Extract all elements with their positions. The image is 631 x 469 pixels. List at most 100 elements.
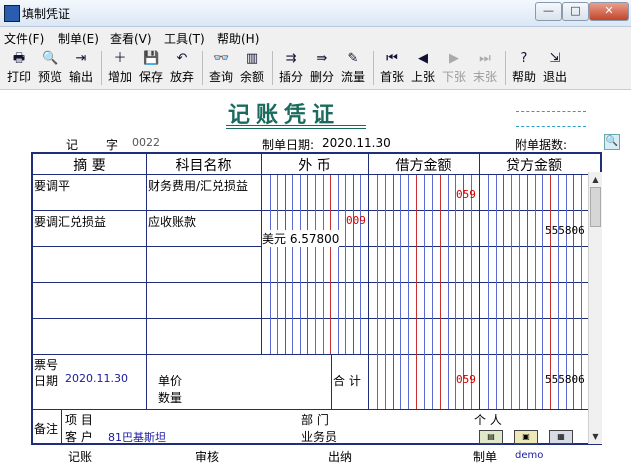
unit-price-label: 单价 [158, 374, 183, 388]
cashier-label: 出纳 [328, 450, 353, 464]
menu-tools[interactable]: 工具(T) [164, 30, 205, 47]
next-icon: ▶ [449, 51, 459, 66]
toolbar-separator [505, 51, 506, 85]
row2-fx-rate[interactable]: 美元 6.57800 [262, 230, 340, 247]
save-icon: 💾 [143, 51, 160, 66]
dashed-line [516, 126, 586, 127]
voucher-date[interactable]: 2020.11.30 [322, 136, 391, 150]
customer-value[interactable]: 81巴基斯坦 [108, 429, 166, 445]
minimize-button[interactable]: — [535, 2, 562, 21]
add-icon: ＋ [113, 51, 127, 66]
title-underline [226, 125, 366, 126]
toolbar: 🖶 打印 🔍 预览 ⇥ 输出 ＋增加 💾 保存 ↶ 放弃 👓 查询 ▥ 余额 ⇉ 插分 ⇛ 删分 … [0, 47, 631, 90]
insert-row-icon: ⇉ [285, 51, 297, 66]
help-button[interactable]: ? 帮助 [509, 49, 539, 87]
header-summary: 摘 要 [73, 158, 106, 174]
edit-remarks-icon[interactable]: ▤ [479, 430, 503, 444]
help-icon: ? [520, 51, 528, 66]
scroll-down-icon[interactable]: ▼ [589, 430, 602, 443]
menu-help[interactable]: 帮助(H) [217, 30, 259, 47]
next-voucher-button[interactable]: ▶ 下张 [439, 49, 469, 87]
review-label: 审核 [195, 450, 220, 464]
project-label: 项 目 [65, 413, 93, 427]
undo-icon: ↶ [176, 51, 188, 66]
row2-account[interactable]: 应收账款 [148, 213, 196, 230]
row2-summary[interactable]: 要调汇兑损益 [34, 213, 106, 230]
delete-row-icon: ⇛ [316, 51, 328, 66]
print-icon: 🖶 [12, 51, 26, 66]
menu-voucher[interactable]: 制单(E) [58, 30, 99, 47]
card-icon[interactable]: ▣ [514, 430, 538, 444]
scroll-thumb[interactable] [590, 187, 601, 227]
toolbar-separator [373, 51, 374, 85]
first-voucher-button[interactable]: ⏮ 首张 [377, 49, 407, 87]
last-icon: ⏭ [479, 51, 491, 66]
toolbar-separator [272, 51, 273, 85]
header-foreign-currency: 外 币 [298, 158, 331, 174]
voucher-zi-label: 字 [106, 138, 119, 152]
customer-label: 客 户 [65, 430, 93, 444]
bill-number-label: 票号 [34, 358, 59, 372]
row1-debit[interactable]: 059 [456, 188, 476, 201]
prev-icon: ◀ [418, 51, 428, 66]
flow-icon: ✎ [347, 51, 359, 66]
header-debit: 借方金额 [395, 158, 452, 174]
person-label: 个 人 [474, 413, 502, 427]
total-credit: 555806 [545, 373, 585, 386]
cash-flow-button[interactable]: ✎ 流量 [338, 49, 368, 87]
preview-icon: 🔍 [42, 51, 59, 66]
quantity-label: 数量 [158, 391, 183, 405]
title-underline [226, 128, 366, 129]
salesman-label: 业务员 [301, 430, 338, 444]
search-icon[interactable]: 🔍 [604, 134, 620, 150]
row2-credit[interactable]: 555806 [545, 224, 585, 237]
discard-button[interactable]: ↶ 放弃 [167, 49, 197, 87]
preview-button[interactable]: 🔍 预览 [35, 49, 65, 87]
last-voucher-button[interactable]: ⏭ 末张 [470, 49, 500, 87]
bill-date[interactable]: 2020.11.30 [65, 372, 128, 385]
row1-summary[interactable]: 要调平 [34, 177, 70, 194]
bookkeeping-label: 记账 [68, 450, 93, 464]
exit-button[interactable]: ⇲ 退出 [540, 49, 570, 87]
voucher-grid: 摘 要 科目名称 外 币 借方金额 贷方金额 要调平 财务费用/汇兑损益 059… [31, 152, 602, 445]
total-debit: 059 [456, 373, 476, 386]
header-account: 科目名称 [175, 158, 232, 174]
date-label: 制单日期: [262, 138, 315, 152]
delete-entry-button[interactable]: ⇛ 删分 [307, 49, 337, 87]
add-button[interactable]: ＋增加 [105, 49, 135, 87]
menu-file[interactable]: 文件(F) [4, 30, 44, 47]
voucher-type[interactable]: 记 [66, 136, 78, 153]
header-credit: 贷方金额 [506, 158, 562, 174]
vertical-scrollbar[interactable]: ▲ ▼ [588, 172, 602, 444]
prev-voucher-button[interactable]: ◀ 上张 [408, 49, 438, 87]
grid-icon[interactable]: ▦ [549, 430, 573, 444]
app-icon [4, 5, 20, 22]
row2-fx-amount[interactable]: 009 [346, 214, 366, 227]
query-icon: 👓 [213, 51, 230, 66]
balance-chart-icon: ▥ [245, 51, 259, 66]
export-icon: ⇥ [75, 51, 87, 66]
toolbar-separator [202, 51, 203, 85]
row1-account[interactable]: 财务费用/汇兑损益 [148, 177, 248, 194]
bill-date-label: 日期 [34, 374, 59, 388]
toolbar-separator [101, 51, 102, 85]
maker-name: demo [515, 450, 544, 461]
save-button[interactable]: 💾 保存 [136, 49, 166, 87]
first-icon: ⏮ [386, 51, 398, 66]
department-label: 部 门 [301, 413, 329, 427]
title-bar: 填制凭证 — □ ✕ [0, 0, 631, 27]
print-button[interactable]: 🖶 打印 [4, 49, 34, 87]
insert-entry-button[interactable]: ⇉ 插分 [276, 49, 306, 87]
balance-button[interactable]: ▥ 余额 [237, 49, 267, 87]
menu-bar: 文件(F) 制单(E) 查看(V) 工具(T) 帮助(H) [0, 27, 631, 47]
query-button[interactable]: 👓 查询 [206, 49, 236, 87]
menu-view[interactable]: 查看(V) [110, 30, 152, 47]
scroll-up-icon[interactable]: ▲ [589, 173, 602, 186]
voucher-number: 0022 [132, 136, 160, 149]
dashed-line [516, 111, 586, 112]
maximize-button[interactable]: □ [562, 2, 589, 21]
attachment-count-label: 附单据数: [515, 138, 568, 152]
exit-icon: ⇲ [549, 51, 561, 66]
export-button[interactable]: ⇥ 输出 [66, 49, 96, 87]
close-button[interactable]: ✕ [589, 2, 629, 21]
